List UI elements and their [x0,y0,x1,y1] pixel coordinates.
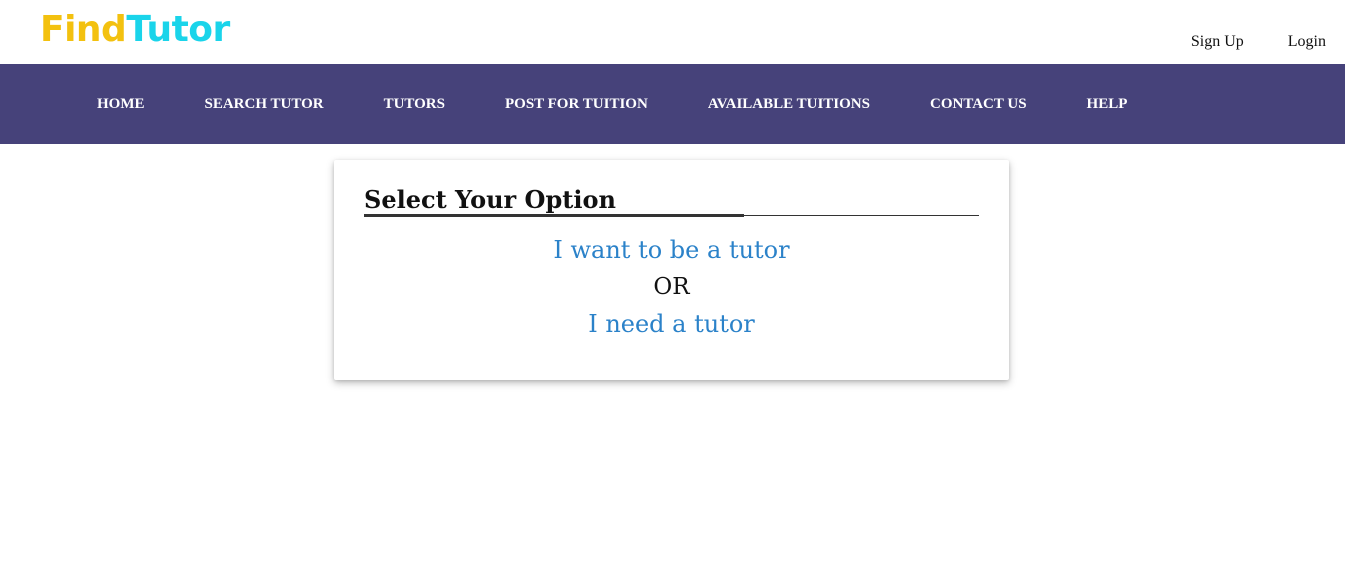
login-link[interactable]: Login [1288,33,1326,51]
select-option-card: Select Your Option I want to be a tutor … [334,160,1009,380]
card-title: Select Your Option [364,186,744,217]
logo-find-text: Find [40,9,127,50]
signup-link[interactable]: Sign Up [1191,33,1244,51]
nav-item-available-tuitions[interactable]: AVAILABLE TUITIONS [708,96,870,113]
nav-item-help[interactable]: HELP [1087,96,1128,113]
need-a-tutor-link[interactable]: I need a tutor [334,306,1009,343]
option-list: I want to be a tutor OR I need a tutor [334,232,1009,343]
nav-item-tutors[interactable]: TUTORS [384,96,445,113]
top-header: FindTutor Sign Up Login [0,0,1345,64]
main-navbar: HOME SEARCH TUTOR TUTORS POST FOR TUITIO… [0,64,1345,144]
nav-item-search-tutor[interactable]: SEARCH TUTOR [205,96,324,113]
card-title-underline: Select Your Option [364,186,979,217]
auth-links: Sign Up Login [1191,33,1326,51]
be-a-tutor-link[interactable]: I want to be a tutor [334,232,1009,269]
nav-item-contact-us[interactable]: CONTACT US [930,96,1027,113]
nav-item-post-for-tuition[interactable]: POST FOR TUITION [505,96,648,113]
findtutor-logo[interactable]: FindTutor [40,8,230,52]
or-separator: OR [653,274,690,300]
nav-item-home[interactable]: HOME [97,96,145,113]
logo-tutor-text: Tutor [126,9,230,50]
